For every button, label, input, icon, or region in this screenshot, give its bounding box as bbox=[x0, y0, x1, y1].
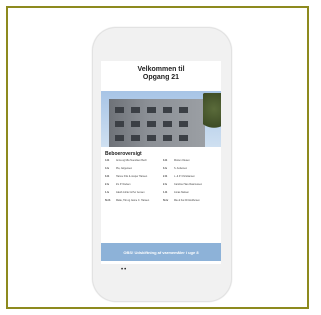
building-photo bbox=[101, 91, 221, 147]
resident-apartment: 1.th bbox=[163, 191, 168, 194]
welcome-title: Velkommen til Opgang 21 bbox=[101, 61, 221, 82]
resident-apartment: 3.tv bbox=[163, 167, 168, 170]
notice-banner[interactable]: OBS! Udskiftning af varmemåler i uge 8 bbox=[101, 243, 221, 261]
resident-row: 1.th Jonas Nielsen bbox=[163, 191, 217, 194]
resident-name: S. Andersen bbox=[174, 167, 188, 170]
resident-apartment: 2.tv bbox=[105, 183, 110, 186]
phone-mockup: Velkommen til Opgang 21 Beboeroversigt 4… bbox=[92, 27, 232, 302]
resident-row: 4.th Anna og Mia Svendsen Bech bbox=[105, 159, 159, 162]
resident-row: St.th Malte, Tiki og Janne C. Hansen bbox=[105, 199, 159, 202]
phone-screen: Velkommen til Opgang 21 Beboeroversigt 4… bbox=[101, 61, 221, 264]
resident-name: Jonas Nielsen bbox=[174, 191, 190, 194]
resident-row: 4.tv Pia, Jørgensen bbox=[105, 167, 159, 170]
welcome-line-2: Opgang 21 bbox=[142, 74, 180, 81]
resident-name: Anna og Mia Svendsen Bech bbox=[116, 159, 147, 162]
resident-name: Mie & Kai Christoffersen bbox=[174, 199, 200, 202]
tree-image bbox=[203, 93, 221, 133]
resident-row: 2.tv Caroline Hare Rasmussen bbox=[163, 183, 217, 186]
resident-row: 3.th Hanne Friis & Jesper Hansen bbox=[105, 175, 159, 178]
resident-row: 3.tv S. Andersen bbox=[163, 167, 217, 170]
resident-row: 2.tv Iris P. Nielsen bbox=[105, 183, 159, 186]
resident-apartment: 3.th bbox=[163, 159, 168, 162]
building-image bbox=[109, 99, 205, 147]
residents-list: 4.th Anna og Mia Svendsen Bech 3.th Morten … bbox=[105, 159, 217, 202]
page-dots-indicator: •• bbox=[121, 267, 128, 273]
resident-name: Hanne Friis & Jesper Hansen bbox=[116, 175, 148, 178]
resident-apartment: 3.th bbox=[105, 175, 110, 178]
resident-row: 1.tv Jakob Juhler & Per Jensen bbox=[105, 191, 159, 194]
resident-name: L. & P. Christiansen bbox=[174, 175, 195, 178]
resident-row: 3.th Morten Olesen bbox=[163, 159, 217, 162]
resident-name: Iris P. Nielsen bbox=[116, 183, 131, 186]
resident-apartment: St.th bbox=[105, 199, 111, 202]
resident-name: Malte, Tiki og Janne C. Hansen bbox=[116, 199, 150, 202]
resident-name: Morten Olesen bbox=[174, 159, 190, 162]
residents-title: Beboeroversigt bbox=[105, 151, 142, 157]
resident-apartment: St.tv bbox=[163, 199, 169, 202]
resident-name: Caroline Hare Rasmussen bbox=[174, 183, 203, 186]
resident-name: Jakob Juhler & Per Jensen bbox=[116, 191, 145, 194]
resident-row: 2.th L. & P. Christiansen bbox=[163, 175, 217, 178]
resident-name: Pia, Jørgensen bbox=[116, 167, 133, 170]
resident-apartment: 1.tv bbox=[105, 191, 110, 194]
resident-apartment: 4.tv bbox=[105, 167, 110, 170]
resident-row: St.tv Mie & Kai Christoffersen bbox=[163, 199, 217, 202]
resident-apartment: 4.th bbox=[105, 159, 110, 162]
welcome-line-1: Velkommen til bbox=[137, 66, 185, 73]
resident-apartment: 2.th bbox=[163, 175, 168, 178]
resident-apartment: 2.tv bbox=[163, 183, 168, 186]
